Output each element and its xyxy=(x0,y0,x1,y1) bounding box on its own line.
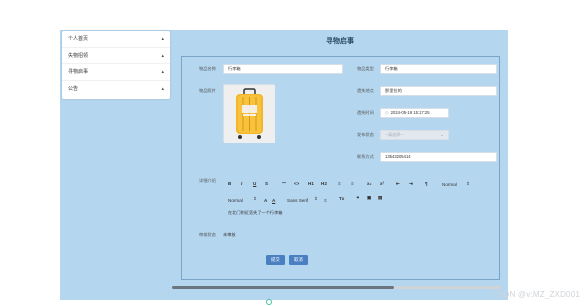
suitcase-image xyxy=(224,85,275,143)
cancel-button[interactable]: 取消 xyxy=(289,255,308,265)
sidebar-item-label: 公告 xyxy=(68,85,79,92)
h2-button[interactable]: H2 xyxy=(321,181,327,186)
item-photo[interactable] xyxy=(223,84,275,143)
lost-time-value: 2024-05-19 15:17:25 xyxy=(390,110,430,115)
link-icon[interactable]: ⚭ xyxy=(356,195,360,201)
sidebar-item-found[interactable]: 失物招领 ▴ xyxy=(62,48,170,64)
page-title: 寻物启事 xyxy=(326,38,354,45)
header-select-caret: ⇕ xyxy=(253,196,257,201)
underline-button[interactable]: U xyxy=(253,181,256,186)
photo-label: 物品照片 xyxy=(199,88,216,93)
italic-button[interactable]: I xyxy=(241,181,242,186)
size-select-caret: ⇕ xyxy=(466,181,470,186)
chevron-down-icon: ▴ xyxy=(161,85,164,92)
item-name-label: 物品名称 xyxy=(199,66,216,71)
font-select-caret: ⇕ xyxy=(314,196,318,201)
chevron-down-icon: ▴ xyxy=(161,36,164,42)
font-select[interactable]: Sans Serif xyxy=(287,198,308,203)
loading-indicator xyxy=(266,299,272,305)
sidebar-item-label: 个人首页 xyxy=(68,36,89,42)
scrollbar-thumb[interactable] xyxy=(172,286,394,289)
lost-place-field[interactable]: 那里拉的 xyxy=(380,86,497,96)
align-button[interactable]: ≡ xyxy=(324,198,327,203)
bullet-list-button[interactable]: ≡ xyxy=(351,181,354,186)
lost-place-label: 遗失地点 xyxy=(357,88,374,93)
quote-button[interactable]: "" xyxy=(282,181,286,186)
h1-button[interactable]: H1 xyxy=(308,181,314,186)
status-label: 发布状态 xyxy=(357,132,374,137)
page: 寻物启事 个人首页 ▴ 失物招领 ▴ 寻物启事 ▴ 公告 ▴ 物品名称 行李箱 … xyxy=(0,0,586,306)
direction-button[interactable]: ¶ xyxy=(425,181,428,186)
editor-content[interactable]: 在北门附近丢失了一个行李箱 xyxy=(228,210,282,216)
chevron-down-icon: ▴ xyxy=(161,52,164,59)
sidebar-item-home[interactable]: 个人首页 ▴ xyxy=(62,31,170,48)
watermark: CSDN @v:MZ_ZXD001 xyxy=(492,290,580,299)
item-type-label: 物品类型 xyxy=(357,66,374,71)
clear-format-button[interactable]: Tx xyxy=(339,196,344,201)
strike-button[interactable]: S xyxy=(265,181,268,186)
code-button[interactable]: <> xyxy=(294,181,299,186)
review-value: 未审核 xyxy=(223,232,236,237)
sidebar-item-lost[interactable]: 寻物启事 ▴ xyxy=(62,64,170,81)
indent-button[interactable]: ⇥ xyxy=(409,181,413,187)
image-icon[interactable]: ▣ xyxy=(367,195,371,201)
horizontal-scrollbar[interactable] xyxy=(172,286,502,289)
chevron-down-icon: ⌄ xyxy=(440,132,444,137)
sidebar-item-notice[interactable]: 公告 ▴ xyxy=(62,81,170,98)
outdent-button[interactable]: ⇤ xyxy=(396,181,400,187)
status-value: --请选择-- xyxy=(385,132,404,137)
submit-button[interactable]: 提交 xyxy=(266,255,285,265)
font-color-button[interactable]: A xyxy=(264,198,267,203)
contact-label: 联系方式 xyxy=(357,154,374,159)
contact-field[interactable]: 13543205414 xyxy=(380,152,497,162)
sidebar-item-label: 寻物启事 xyxy=(68,69,89,75)
video-icon[interactable]: ▤ xyxy=(378,195,382,201)
header-select[interactable]: Normal xyxy=(228,198,243,203)
detail-label: 详细介绍 xyxy=(199,178,216,183)
review-label: 审核状态 xyxy=(199,232,216,237)
calendar-icon: ◷ xyxy=(385,110,389,115)
sidebar-menu: 个人首页 ▴ 失物招领 ▴ 寻物启事 ▴ 公告 ▴ xyxy=(62,31,170,99)
sidebar-item-label: 失物招领 xyxy=(68,52,89,59)
size-select[interactable]: Normal xyxy=(442,182,457,187)
lost-time-label: 遗失时间 xyxy=(357,110,374,115)
bold-button[interactable]: B xyxy=(228,181,231,186)
chevron-down-icon: ▴ xyxy=(161,69,164,75)
status-select[interactable]: --请选择-- ⌄ xyxy=(380,130,449,140)
superscript-button[interactable]: x² xyxy=(380,181,384,186)
item-type-field[interactable]: 行李箱 xyxy=(380,64,497,74)
lost-time-picker[interactable]: ◷ 2024-05-19 15:17:25 xyxy=(380,108,449,118)
background-color-button[interactable]: A xyxy=(272,198,275,203)
ordered-list-button[interactable]: ≡ xyxy=(338,181,341,186)
item-name-field[interactable]: 行李箱 xyxy=(223,64,343,74)
subscript-button[interactable]: x₂ xyxy=(367,181,372,186)
